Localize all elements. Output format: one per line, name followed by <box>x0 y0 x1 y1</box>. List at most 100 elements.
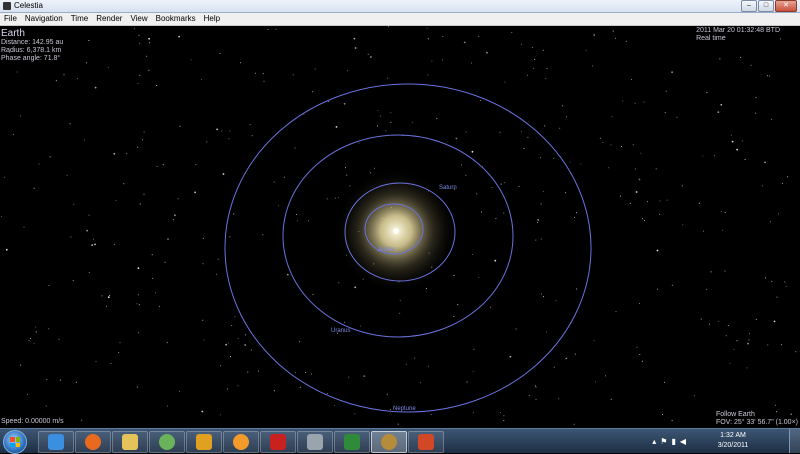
star <box>1 216 3 218</box>
star <box>729 363 731 365</box>
star <box>784 281 786 283</box>
object-info: Earth Distance: 142.95 au Radius: 6,378.… <box>1 28 63 63</box>
star <box>671 420 673 422</box>
star <box>254 72 256 74</box>
star <box>453 316 455 317</box>
radius-readout: Radius: 6,378.1 km <box>1 47 62 54</box>
star <box>511 32 513 33</box>
star <box>463 41 466 44</box>
menu-bookmarks[interactable]: Bookmarks <box>152 13 200 25</box>
star <box>495 218 497 220</box>
taskbar-powerpoint[interactable] <box>408 431 444 453</box>
star <box>639 354 641 355</box>
clock-date: 3/20/2011 <box>717 442 749 449</box>
star <box>486 51 488 54</box>
star <box>494 259 497 262</box>
star <box>137 267 140 270</box>
follow-readout: Follow Earth <box>715 411 755 418</box>
menu-help[interactable]: Help <box>200 13 224 25</box>
star <box>719 58 721 60</box>
star <box>267 29 269 30</box>
network-icon[interactable]: ▮ <box>671 437 675 446</box>
taskbar-internet-explorer[interactable] <box>38 431 74 453</box>
star <box>741 140 743 142</box>
star <box>558 398 560 400</box>
maximize-button[interactable]: □ <box>758 0 774 12</box>
star <box>478 35 480 37</box>
minimize-button[interactable]: – <box>741 0 757 12</box>
show-desktop-button[interactable] <box>789 429 800 453</box>
tray-expand-icon[interactable]: ▴ <box>652 437 656 446</box>
star <box>101 295 103 297</box>
star <box>220 365 222 367</box>
star <box>786 176 788 178</box>
star <box>388 26 390 28</box>
taskbar-explorer[interactable] <box>112 431 148 453</box>
star <box>431 60 433 62</box>
orbit-label-neptune: Neptune <box>393 406 416 412</box>
star <box>540 238 542 240</box>
star <box>465 174 467 176</box>
star <box>156 165 158 167</box>
orbit-label-saturn: Saturn <box>439 185 457 191</box>
star <box>377 125 378 127</box>
close-button[interactable]: ✕ <box>775 0 797 12</box>
star <box>428 365 430 367</box>
taskbar-celestia[interactable] <box>371 431 407 453</box>
star <box>771 118 772 120</box>
star <box>386 393 388 395</box>
star <box>777 213 779 215</box>
star <box>166 342 168 344</box>
taskbar-media-player[interactable] <box>186 431 222 453</box>
star <box>354 413 356 415</box>
star <box>81 419 83 421</box>
action-center-flag-icon[interactable]: ⚑ <box>660 437 667 446</box>
sun[interactable] <box>393 228 399 234</box>
star <box>148 37 151 40</box>
star <box>666 199 668 201</box>
star <box>620 146 622 147</box>
star <box>369 172 371 174</box>
star <box>4 176 6 178</box>
menu-view[interactable]: View <box>126 13 151 25</box>
star <box>534 385 536 387</box>
taskbar-calculator[interactable] <box>297 431 333 453</box>
taskbar-acrobat[interactable] <box>260 431 296 453</box>
star <box>744 159 746 160</box>
taskbar-excel[interactable] <box>334 431 370 453</box>
space-viewport[interactable]: Saturn Jupiter Uranus Neptune Earth Dist… <box>0 26 800 428</box>
menu-bar: File Navigation Time Render View Bookmar… <box>0 13 800 26</box>
star <box>389 409 391 411</box>
star <box>363 375 366 377</box>
star <box>504 81 506 83</box>
orbit-label-uranus: Uranus <box>331 328 350 334</box>
taskbar-clock[interactable]: 1:32 AM 3/20/2011 <box>710 431 756 451</box>
star <box>349 185 351 187</box>
star <box>774 404 776 406</box>
star <box>249 124 251 125</box>
volume-icon[interactable]: ◀ <box>680 437 686 446</box>
star <box>659 213 661 215</box>
star <box>771 280 773 282</box>
star <box>718 320 720 322</box>
menu-render[interactable]: Render <box>92 13 126 25</box>
start-button[interactable] <box>3 430 27 454</box>
star <box>263 80 265 82</box>
star <box>262 73 264 75</box>
star <box>295 214 297 215</box>
taskbar-orange-app[interactable] <box>223 431 259 453</box>
menu-navigation[interactable]: Navigation <box>21 13 67 25</box>
star <box>399 299 401 301</box>
taskbar-firefox[interactable] <box>75 431 111 453</box>
star <box>631 79 633 80</box>
taskbar-chrome[interactable] <box>149 431 185 453</box>
star <box>113 152 116 155</box>
menu-file[interactable]: File <box>0 13 21 25</box>
star <box>503 415 505 417</box>
menu-time[interactable]: Time <box>67 13 92 25</box>
star <box>461 164 463 166</box>
star <box>746 367 748 369</box>
star <box>138 34 140 36</box>
star <box>297 220 299 222</box>
star <box>110 363 112 364</box>
